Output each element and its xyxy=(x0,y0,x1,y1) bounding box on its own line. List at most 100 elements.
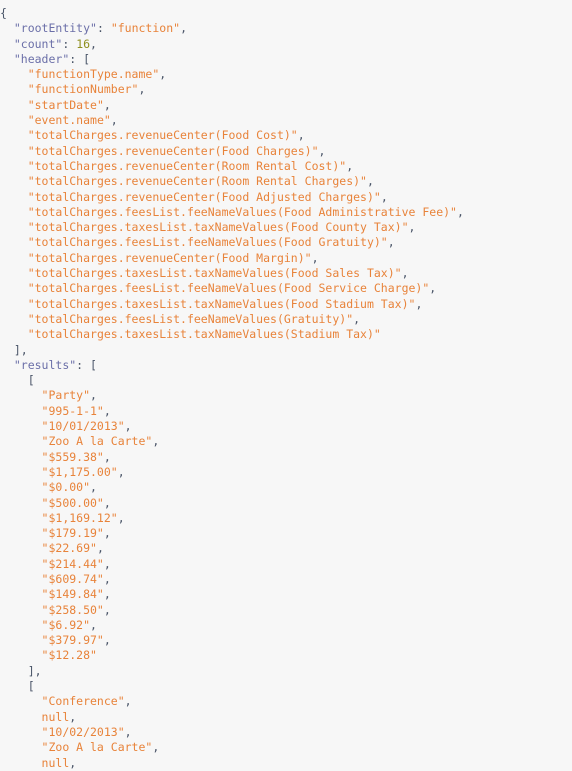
json-line: "Conference", xyxy=(0,694,572,709)
json-line: "totalCharges.feesList.feeNameValues(Foo… xyxy=(0,281,572,296)
json-token-comma: , xyxy=(124,694,132,709)
json-line: "event.name", xyxy=(0,113,572,128)
json-line: "totalCharges.taxesList.taxNameValues(Fo… xyxy=(0,220,572,235)
json-token-comma: , xyxy=(103,602,111,617)
json-token-comma: , xyxy=(456,204,464,219)
json-line: "$214.44", xyxy=(0,557,572,572)
json-line: "totalCharges.revenueCenter(Food Charges… xyxy=(0,144,572,159)
json-line: "$258.50", xyxy=(0,603,572,618)
json-token-punc: ] xyxy=(13,342,21,357)
json-line: "totalCharges.taxesList.taxNameValues(Fo… xyxy=(0,266,572,281)
json-token-num: 16 xyxy=(76,36,91,51)
json-token-str: "totalCharges.feesList.feeNameValues(Foo… xyxy=(27,204,457,219)
json-line: "$12.28" xyxy=(0,648,572,663)
json-line: ], xyxy=(0,343,572,358)
json-token-str: "function" xyxy=(110,21,181,36)
json-line: [ xyxy=(0,679,572,694)
json-token-str: "$22.69" xyxy=(41,541,97,556)
json-token-str: "$6.92" xyxy=(41,617,91,632)
json-line: "totalCharges.revenueCenter(Room Rental … xyxy=(0,174,572,189)
json-token-punc: ] xyxy=(27,663,35,678)
json-line: "totalCharges.feesList.feeNameValues(Foo… xyxy=(0,235,572,250)
json-token-str: "$1,169.12" xyxy=(41,510,118,525)
json-line: null, xyxy=(0,710,572,725)
json-token-str: "functionNumber" xyxy=(27,82,139,97)
json-line: [ xyxy=(0,373,572,388)
json-token-comma: , xyxy=(34,663,42,678)
json-token-str: "totalCharges.revenueCenter(Room Rental … xyxy=(27,174,367,189)
json-token-colon: : xyxy=(76,357,91,372)
json-line: "$0.00", xyxy=(0,480,572,495)
json-token-str: "$379.97" xyxy=(41,633,104,648)
json-line: { xyxy=(0,6,572,21)
json-token-punc: [ xyxy=(27,679,35,694)
json-token-punc: [ xyxy=(90,357,97,372)
json-token-str: "totalCharges.taxesList.taxNameValues(Fo… xyxy=(27,220,409,235)
json-line: "rootEntity": "function", xyxy=(0,21,572,36)
json-token-str: "totalCharges.taxesList.taxNameValues(Fo… xyxy=(27,296,416,311)
json-token-str: "event.name" xyxy=(27,113,111,128)
json-token-key: "results" xyxy=(13,357,77,372)
json-token-str: "10/02/2013" xyxy=(41,724,125,739)
json-line: "$179.19", xyxy=(0,526,572,541)
json-token-comma: , xyxy=(90,388,97,403)
json-token-str: "$559.38" xyxy=(41,449,104,464)
json-token-comma: , xyxy=(346,158,354,173)
json-token-punc: { xyxy=(0,6,7,20)
json-token-comma: , xyxy=(297,128,305,143)
json-line: "$1,175.00", xyxy=(0,465,572,480)
json-line: "functionType.name", xyxy=(0,67,572,82)
json-token-str: "totalCharges.feesList.feeNameValues(Foo… xyxy=(27,235,388,250)
json-token-str: "995-1-1" xyxy=(41,403,104,418)
json-token-comma: , xyxy=(103,97,111,112)
json-token-str: "$12.28" xyxy=(41,648,97,663)
json-line: "totalCharges.feesList.feeNameValues(Foo… xyxy=(0,205,572,220)
json-token-str: "totalCharges.feesList.feeNameValues(Gra… xyxy=(27,311,354,326)
json-token-key: "rootEntity" xyxy=(13,21,97,36)
json-token-comma: , xyxy=(103,526,111,541)
json-token-comma: , xyxy=(103,556,111,571)
json-token-comma: , xyxy=(415,296,423,311)
json-token-comma: , xyxy=(124,419,132,434)
json-token-kw: null xyxy=(41,755,70,770)
json-token-comma: , xyxy=(90,617,97,632)
json-token-str: "$258.50" xyxy=(41,602,104,617)
json-token-comma: , xyxy=(103,633,111,648)
json-line: "functionNumber", xyxy=(0,82,572,97)
json-token-str: "$1,175.00" xyxy=(41,464,118,479)
json-token-comma: , xyxy=(311,250,319,265)
json-token-str: "totalCharges.taxesList.taxNameValues(St… xyxy=(27,327,381,342)
json-token-comma: , xyxy=(152,434,160,449)
json-token-comma: , xyxy=(117,464,125,479)
json-token-comma: , xyxy=(387,235,395,250)
json-token-comma: , xyxy=(69,755,77,770)
json-token-str: "$179.19" xyxy=(41,526,104,541)
json-token-comma: , xyxy=(90,480,97,495)
